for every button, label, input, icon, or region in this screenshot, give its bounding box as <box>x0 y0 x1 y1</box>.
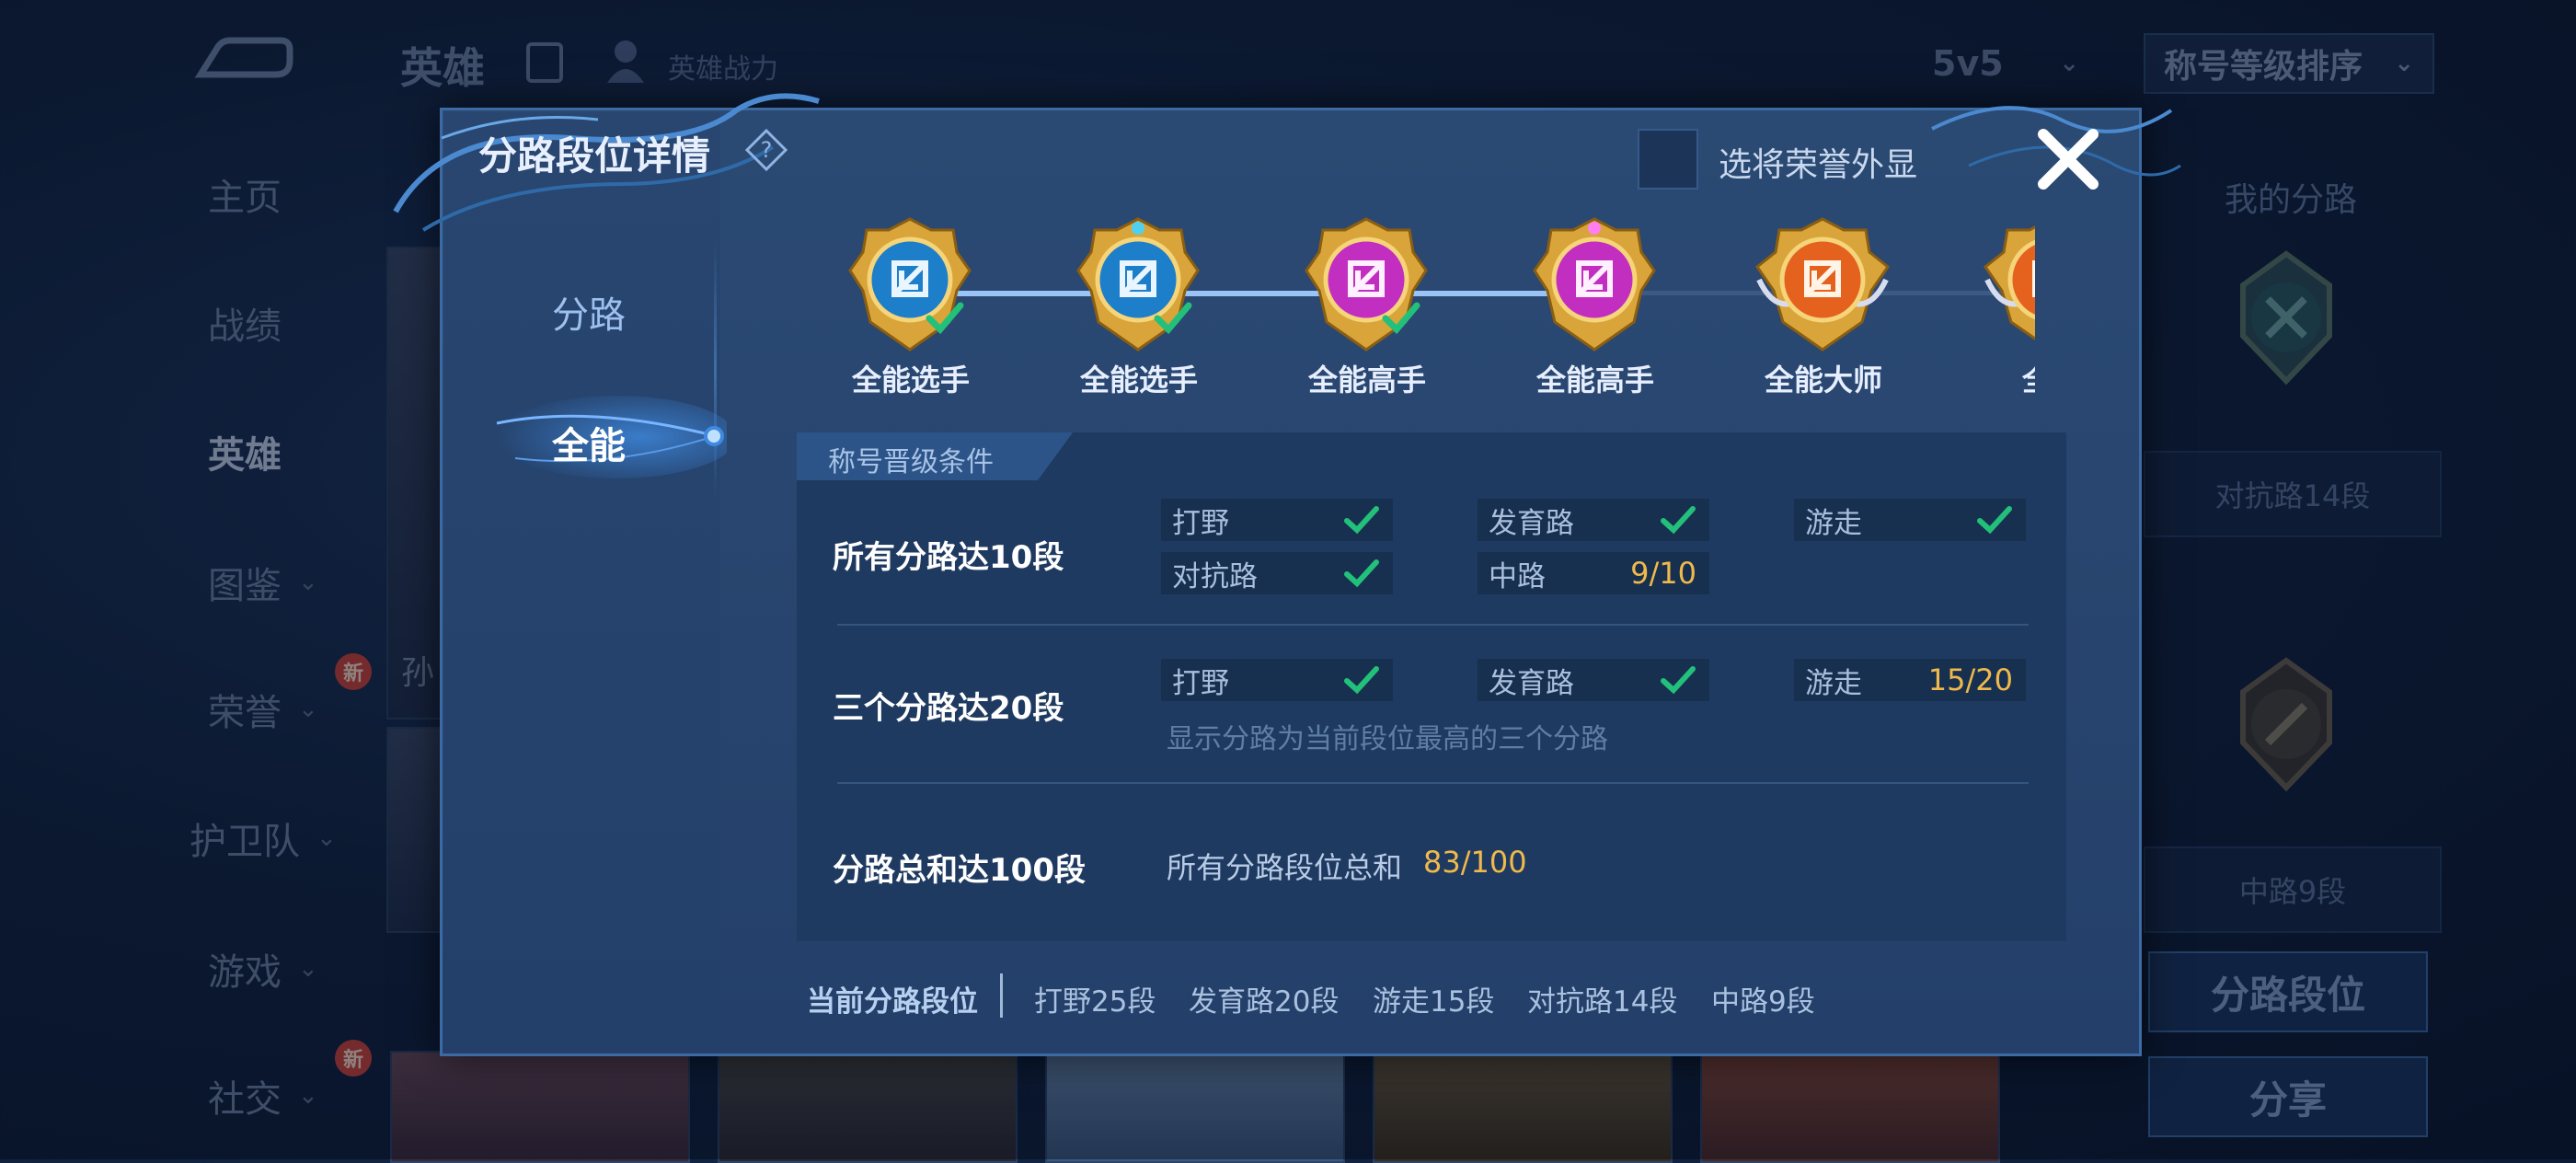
current-lane-rank: 游走15段 <box>1373 985 1495 1019</box>
lane-condition-cell: 打野 <box>1161 499 1393 541</box>
svg-text:?: ? <box>761 137 773 163</box>
medal-blue-icon <box>1076 217 1200 351</box>
lane-name: 发育路 <box>1489 666 1574 700</box>
lane-condition-cell: 对抗路 <box>1161 552 1393 594</box>
lane-condition-cell: 发育路 <box>1478 499 1709 541</box>
check-icon <box>1344 559 1379 588</box>
dialog-title: 分路段位详情 <box>478 133 711 178</box>
lane-condition-cell: 打野 <box>1161 659 1393 701</box>
medal-orange-icon <box>1754 217 1891 351</box>
lane-condition-cell: 游走 15/20 <box>1794 659 2026 701</box>
sum-label: 所有分路段位总和 <box>1167 850 1403 885</box>
title-progression: 全能选手 全能选手 全能高手 全能高手 全能大师 全能 <box>810 202 2035 414</box>
medal-label: 全能 <box>1950 357 2035 399</box>
medal-label: 全能选手 <box>1079 363 1198 397</box>
medal-blue-icon <box>848 217 972 351</box>
lane-name: 打野 <box>1172 506 1229 540</box>
lane-name: 游走 <box>1805 506 1862 540</box>
current-lane-rank: 发育路20段 <box>1189 985 1340 1019</box>
check-icon <box>1661 506 1696 535</box>
current-lane-rank-label: 当前分路段位 <box>807 985 978 1019</box>
lane-progress: 15/20 <box>1927 662 2013 697</box>
lane-name: 对抗路 <box>1172 559 1258 593</box>
check-icon <box>1344 506 1379 535</box>
medal-orange-icon <box>1983 225 2035 340</box>
dialog-side-panel <box>444 112 720 1047</box>
condition-label: 所有分路达10段 <box>833 539 1064 576</box>
lane-name: 游走 <box>1805 666 1862 700</box>
conditions-header: 称号晋级条件 <box>828 446 994 478</box>
condition-hint: 显示分路为当前段位最高的三个分路 <box>1167 723 1608 755</box>
divider <box>837 624 2029 626</box>
medal-label: 全能高手 <box>1535 363 1654 397</box>
medal-purple-icon <box>1533 217 1656 351</box>
lane-condition-cell: 中路 9/10 <box>1478 552 1709 594</box>
honor-display-checkbox[interactable] <box>1638 129 1698 190</box>
condition-label: 分路总和达100段 <box>833 852 1086 889</box>
divider <box>1000 973 1003 1018</box>
lane-condition-cell: 游走 <box>1794 499 2026 541</box>
check-icon <box>1661 666 1696 695</box>
honor-display-label[interactable]: 选将荣誉外显 <box>1719 138 1917 186</box>
medal-label: 全能大师 <box>1764 363 1882 397</box>
medal-label: 全能高手 <box>1307 363 1426 397</box>
tab-lane[interactable]: 分路 <box>515 285 662 339</box>
help-icon[interactable]: ? <box>745 129 788 171</box>
lane-condition-cell: 发育路 <box>1478 659 1709 701</box>
close-icon[interactable] <box>2029 120 2108 199</box>
check-icon <box>1344 666 1379 695</box>
medal-label: 全能选手 <box>851 363 970 397</box>
condition-label: 三个分路达20段 <box>833 690 1064 727</box>
lane-name: 中路 <box>1489 559 1546 593</box>
check-icon <box>1977 506 2012 535</box>
divider <box>837 782 2029 784</box>
tab-all-round[interactable]: 全能 <box>515 416 662 469</box>
lane-name: 打野 <box>1172 666 1229 700</box>
lane-progress: 9/10 <box>1630 556 1696 591</box>
lane-name: 发育路 <box>1489 506 1574 540</box>
sum-progress: 83/100 <box>1423 845 1527 880</box>
current-lane-rank: 中路9段 <box>1711 985 1815 1019</box>
current-lane-rank: 打野25段 <box>1034 985 1156 1019</box>
current-lane-rank: 对抗路14段 <box>1527 985 1678 1019</box>
medal-purple-icon <box>1305 217 1428 351</box>
